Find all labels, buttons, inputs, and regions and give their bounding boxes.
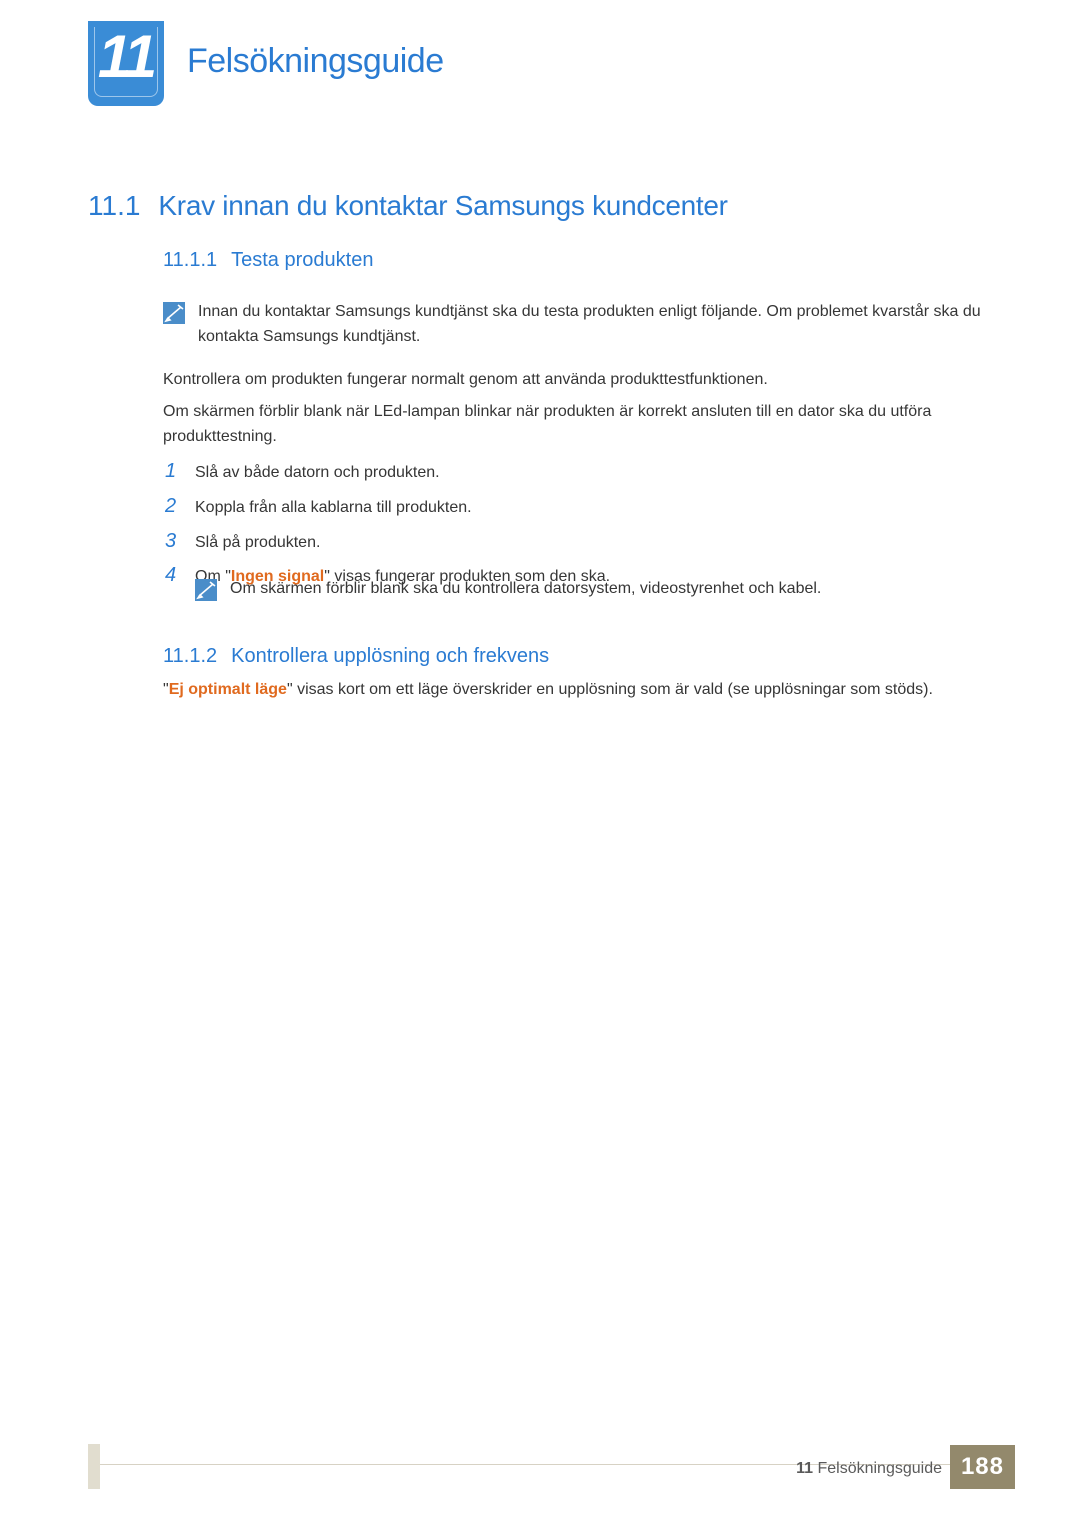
list-number: 3 xyxy=(165,530,183,553)
quoted-text: Ej optimalt läge xyxy=(169,681,287,698)
text-part: visas kort om ett läge överskrider en up… xyxy=(293,681,933,698)
footer-accent xyxy=(88,1444,100,1489)
chapter-tab: 11 xyxy=(88,21,164,106)
list-item: 2 Koppla från alla kablarna till produkt… xyxy=(165,495,983,521)
section-title: Krav innan du kontaktar Samsungs kundcen… xyxy=(158,190,727,222)
footer-chapter-number: 11 xyxy=(796,1460,813,1477)
chapter-number: 11 xyxy=(88,27,164,87)
subsection-number: 11.1.1 xyxy=(163,249,217,272)
list-number: 2 xyxy=(165,495,183,518)
paragraph: "Ej optimalt läge" visas kort om ett läg… xyxy=(163,678,983,703)
subsection-title: Kontrollera upplösning och frekvens xyxy=(231,645,549,668)
note-block: Om skärmen förblir blank ska du kontroll… xyxy=(195,577,983,602)
subsection-number: 11.1.2 xyxy=(163,645,217,668)
list-item: 1 Slå av både datorn och produkten. xyxy=(165,460,983,486)
list-number: 4 xyxy=(165,564,183,587)
paragraph: Om skärmen förblir blank när LEd-lampan … xyxy=(163,400,983,450)
note-text: Innan du kontaktar Samsungs kundtjänst s… xyxy=(198,300,983,350)
subsection-heading: 11.1.2 Kontrollera upplösning och frekve… xyxy=(163,645,549,668)
note-text: Om skärmen förblir blank ska du kontroll… xyxy=(230,577,821,602)
list-text: Koppla från alla kablarna till produkten… xyxy=(195,496,472,521)
list-item: 3 Slå på produkten. xyxy=(165,530,983,556)
list-text: Slå på produkten. xyxy=(195,531,320,556)
footer-chapter-title: Felsökningsguide xyxy=(817,1460,942,1477)
note-icon xyxy=(195,579,217,601)
page-number-badge: 188 xyxy=(950,1445,1015,1489)
subsection-title: Testa produkten xyxy=(231,249,373,272)
note-block: Innan du kontaktar Samsungs kundtjänst s… xyxy=(163,300,983,350)
list-number: 1 xyxy=(165,460,183,483)
section-number: 11.1 xyxy=(88,190,140,222)
note-icon xyxy=(163,302,185,324)
list-text: Slå av både datorn och produkten. xyxy=(195,461,440,486)
document-page: 11 Felsökningsguide 11.1 Krav innan du k… xyxy=(0,0,1080,1527)
footer-breadcrumb: 11 Felsökningsguide xyxy=(796,1460,942,1478)
paragraph: Kontrollera om produkten fungerar normal… xyxy=(163,368,983,393)
section-heading: 11.1 Krav innan du kontaktar Samsungs ku… xyxy=(88,190,728,222)
chapter-title: Felsökningsguide xyxy=(187,42,444,81)
subsection-heading: 11.1.1 Testa produkten xyxy=(163,249,373,272)
